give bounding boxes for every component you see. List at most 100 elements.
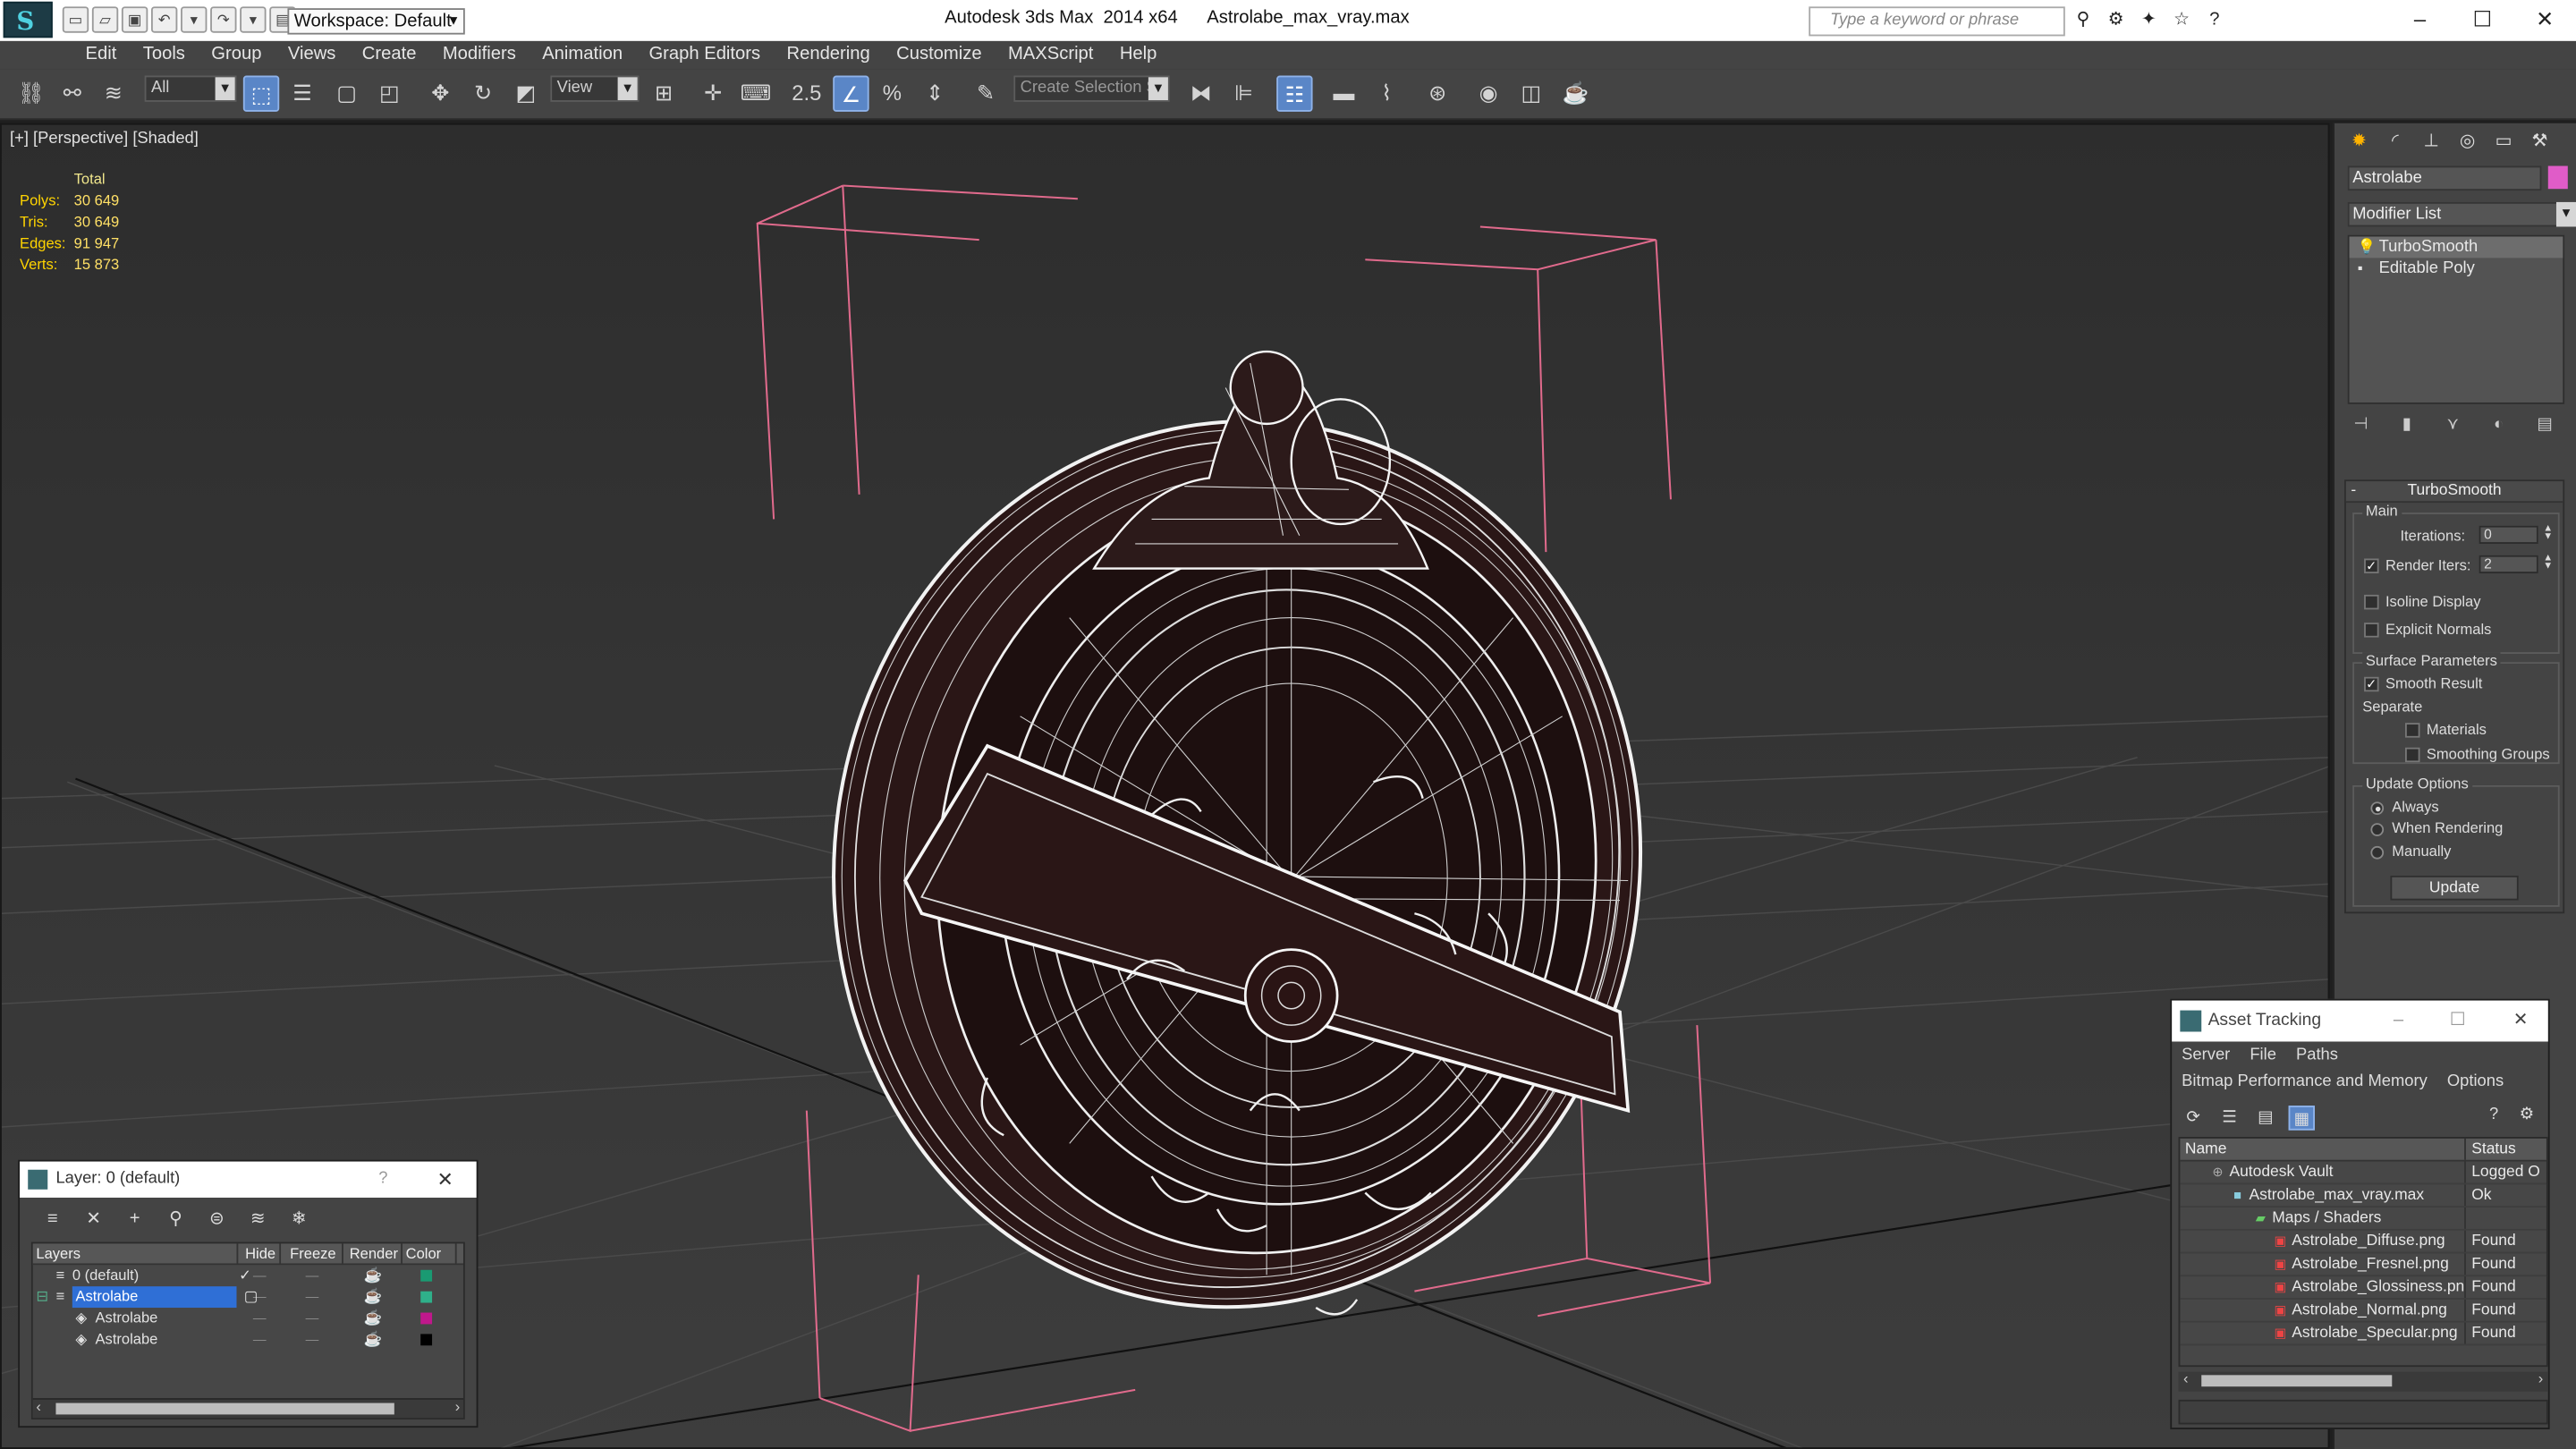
asset-row[interactable]: ▣ Astrolabe_Fresnel.png Found: [2180, 1253, 2546, 1277]
motion-tab-icon[interactable]: ◎: [2453, 128, 2482, 156]
layer-color-cell[interactable]: [402, 1308, 457, 1329]
freeze-toggle[interactable]: —: [281, 1329, 343, 1351]
render-teapot-icon[interactable]: ☕: [343, 1329, 402, 1351]
menu-graph-editors[interactable]: Graph Editors: [636, 45, 774, 64]
always-radio[interactable]: [2370, 801, 2385, 816]
select-scale-icon[interactable]: ◩: [508, 75, 544, 111]
menu-animation[interactable]: Animation: [530, 45, 636, 64]
column-header[interactable]: Hide: [238, 1243, 282, 1264]
menu-help[interactable]: Help: [1106, 45, 1170, 64]
stack-item-turbosmooth[interactable]: 💡 TurboSmooth: [2349, 236, 2563, 258]
workspace-dropdown[interactable]: Workspace: Default ▼: [287, 8, 465, 35]
hide-toggle[interactable]: —: [238, 1308, 281, 1329]
hide-all-layers-icon[interactable]: ≋: [245, 1208, 271, 1231]
explicit-normals-checkbox[interactable]: [2364, 623, 2379, 638]
close-icon[interactable]: ✕: [2513, 1001, 2529, 1042]
when-rendering-radio[interactable]: [2370, 823, 2385, 836]
display-tab-icon[interactable]: ▭: [2489, 128, 2519, 156]
smoothing-groups-checkbox[interactable]: [2404, 747, 2420, 763]
show-end-result-icon[interactable]: ▮: [2394, 416, 2419, 439]
maximize-icon[interactable]: ☐: [2451, 0, 2513, 41]
redo-dropdown-icon[interactable]: ▾: [240, 6, 267, 33]
keyboard-shortcut-override-icon[interactable]: ⌨: [738, 75, 774, 111]
scrollbar-thumb[interactable]: [55, 1402, 394, 1415]
edit-named-selection-icon[interactable]: ✎: [968, 75, 1004, 111]
column-header[interactable]: Layers: [33, 1243, 239, 1264]
delete-layer-icon[interactable]: ✕: [80, 1208, 106, 1231]
new-file-icon[interactable]: ▭: [62, 6, 89, 33]
undo-icon[interactable]: ↶: [150, 6, 178, 33]
lightbulb-icon[interactable]: 💡: [2358, 236, 2377, 258]
layer-row[interactable]: ◈ Astrolabe — — ☕: [33, 1308, 463, 1329]
select-manipulate-icon[interactable]: ✛: [695, 75, 731, 111]
unlink-icon[interactable]: ⚯: [55, 75, 90, 111]
settings-icon[interactable]: ⚙: [2515, 1106, 2538, 1129]
select-by-name-icon[interactable]: ☰: [284, 75, 320, 111]
object-color-swatch[interactable]: [2547, 165, 2568, 190]
asset-row[interactable]: ▣ Astrolabe_Normal.png Found: [2180, 1299, 2546, 1323]
column-header[interactable]: Status: [2467, 1139, 2546, 1160]
menu-paths[interactable]: Paths: [2296, 1046, 2338, 1064]
scroll-right-icon[interactable]: ›: [455, 1398, 461, 1414]
asset-window-titlebar[interactable]: Asset Tracking – ☐ ✕: [2172, 1000, 2548, 1042]
asset-row[interactable]: ▰ Maps / Shaders: [2180, 1208, 2546, 1231]
horizontal-scrollbar[interactable]: ‹ ›: [32, 1398, 463, 1419]
refresh-icon[interactable]: ⟳: [2180, 1106, 2206, 1131]
layer-window-titlebar[interactable]: Layer: 0 (default) ? ✕: [20, 1161, 477, 1198]
manually-radio[interactable]: [2370, 845, 2385, 860]
render-iters-checkbox[interactable]: ✓: [2364, 558, 2379, 574]
scroll-left-icon[interactable]: ‹: [2183, 1370, 2189, 1386]
minimize-icon[interactable]: –: [2389, 0, 2452, 41]
select-rotate-icon[interactable]: ↻: [465, 75, 501, 111]
layer-row[interactable]: ≡ 0 (default) ✓ — — ☕: [33, 1265, 463, 1286]
expand-icon[interactable]: ▪: [2358, 258, 2363, 279]
column-header[interactable]: Color: [402, 1243, 457, 1264]
list-view-icon[interactable]: ☰: [2216, 1106, 2242, 1131]
asset-row[interactable]: ▣ Astrolabe_Specular.png Found: [2180, 1322, 2546, 1346]
hierarchy-tab-icon[interactable]: ⊥: [2417, 128, 2446, 156]
smooth-result-checkbox[interactable]: ✓: [2364, 676, 2379, 692]
layer-color-cell[interactable]: [402, 1329, 457, 1351]
asset-row[interactable]: ▣ Astrolabe_Glossiness.png Found: [2180, 1276, 2546, 1300]
render-teapot-icon[interactable]: ☕: [343, 1308, 402, 1329]
active-layer-check-icon[interactable]: ✓: [239, 1265, 251, 1286]
viewport-label[interactable]: [+] [Perspective] [Shaded]: [10, 130, 199, 148]
materials-checkbox[interactable]: [2404, 723, 2420, 738]
bind-space-warp-icon[interactable]: ≋: [96, 75, 131, 111]
align-icon[interactable]: ⊫: [1225, 75, 1261, 111]
selection-filter-dropdown[interactable]: All ▼: [144, 75, 237, 102]
render-teapot-icon[interactable]: ☕: [343, 1265, 402, 1286]
layer-manager-icon[interactable]: ☷: [1276, 75, 1313, 112]
iterations-spinner[interactable]: 0: [2479, 525, 2538, 544]
schematic-view-icon[interactable]: ⊛: [1419, 75, 1455, 111]
layer-color-cell[interactable]: [402, 1286, 457, 1308]
menu-modifiers[interactable]: Modifiers: [429, 45, 529, 64]
select-move-icon[interactable]: ✥: [422, 75, 458, 111]
asset-row[interactable]: ■ Astrolabe_max_vray.max Ok: [2180, 1184, 2546, 1208]
select-in-layer-icon[interactable]: ⚲: [163, 1208, 189, 1231]
rollout-header[interactable]: - TurboSmooth: [2345, 481, 2563, 504]
menu-tools[interactable]: Tools: [130, 45, 199, 64]
snaps-toggle-icon[interactable]: 2.5: [789, 75, 825, 111]
active-layer-box-icon[interactable]: ▢: [244, 1286, 258, 1308]
layer-row[interactable]: ⊟ ≡ Astrolabe ▢ — — ☕: [33, 1286, 463, 1309]
spinner-arrows-icon[interactable]: ▲ ▼: [2541, 554, 2555, 573]
menu-rendering[interactable]: Rendering: [774, 45, 884, 64]
search-input[interactable]: Type a keyword or phrase: [1809, 6, 2065, 37]
menu-customize[interactable]: Customize: [883, 45, 995, 64]
undo-dropdown-icon[interactable]: ▾: [181, 6, 208, 33]
make-unique-icon[interactable]: ⋎: [2440, 416, 2466, 439]
subscription-icon[interactable]: ✦: [2136, 6, 2162, 32]
rectangular-region-icon[interactable]: ▢: [328, 75, 364, 111]
render-setup-icon[interactable]: ◫: [1513, 75, 1549, 111]
window-crossing-icon[interactable]: ◰: [371, 75, 407, 111]
help-icon[interactable]: ?: [2201, 6, 2227, 32]
favorites-star-icon[interactable]: ☆: [2168, 6, 2194, 32]
render-production-icon[interactable]: ☕: [1557, 75, 1593, 111]
redo-icon[interactable]: ↷: [210, 6, 237, 33]
material-editor-icon[interactable]: ◉: [1470, 75, 1506, 111]
update-button[interactable]: Update: [2390, 875, 2519, 901]
create-layer-icon[interactable]: ≡: [39, 1208, 65, 1231]
layer-color-cell[interactable]: [402, 1265, 457, 1286]
menu-create[interactable]: Create: [349, 45, 429, 64]
